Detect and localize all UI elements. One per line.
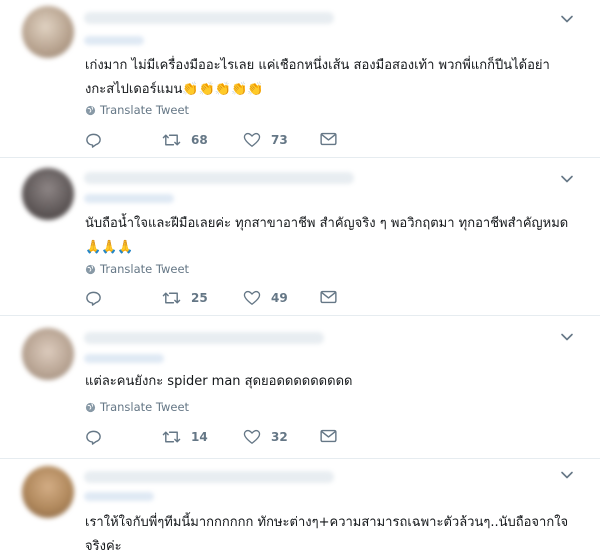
chevron-down-icon[interactable] [560,172,574,186]
tweet-text: เก่งมาก ไม่มีเครื่องมืออะไรเลย แค่เชือกห… [85,58,550,97]
retweet-button[interactable]: 25 [162,290,208,306]
author-name-blurred[interactable] [84,172,354,184]
chevron-down-icon[interactable] [560,468,574,482]
author-name-blurred[interactable] [84,12,334,24]
like-count: 32 [271,430,288,444]
reply-button[interactable] [85,429,102,446]
translate-label: Translate Tweet [100,400,190,414]
envelope-icon [320,132,337,146]
message-button[interactable] [320,429,337,443]
message-button[interactable] [320,132,337,146]
tweet[interactable]: แต่ละคนยังกะ spider man สุดยอดดดดดดดดด T… [0,316,600,458]
retweet-count: 68 [191,133,208,147]
heart-icon [243,132,261,147]
globe-icon [85,402,96,412]
like-button[interactable]: 32 [243,429,288,445]
retweet-count: 25 [191,291,208,305]
retweet-icon [162,292,181,304]
avatar[interactable] [22,6,74,58]
globe-icon [85,264,96,274]
like-button[interactable]: 73 [243,132,288,148]
retweet-icon [162,431,181,443]
translate-tweet-link[interactable]: Translate Tweet [85,400,189,414]
reply-to-blurred[interactable] [84,492,154,501]
like-count: 73 [271,133,288,147]
reply-button[interactable] [85,290,102,307]
retweet-count: 14 [191,430,208,444]
author-name-blurred[interactable] [84,471,334,483]
globe-icon [85,105,96,115]
like-count: 49 [271,291,288,305]
message-button[interactable] [320,290,337,304]
tweet[interactable]: นับถือน้ำใจและฝีมือเลยค่ะ ทุกสาขาอาชีพ ส… [0,158,600,315]
chevron-down-icon[interactable] [560,12,574,26]
reply-icon [86,133,101,148]
tweet-text: นับถือน้ำใจและฝีมือเลยค่ะ ทุกสาขาอาชีพ ส… [85,216,573,255]
reply-icon [86,430,101,445]
translate-label: Translate Tweet [100,103,190,117]
tweet-text: เราให้ใจกับพี่ๆทีมนี้มากกกกกก ทักษะต่างๆ… [85,515,569,554]
reply-to-blurred[interactable] [84,36,144,45]
tweet[interactable]: เราให้ใจกับพี่ๆทีมนี้มากกกกกก ทักษะต่างๆ… [0,459,600,556]
chevron-down-icon[interactable] [560,330,574,344]
heart-icon [243,290,261,305]
envelope-icon [320,429,337,443]
avatar[interactable] [22,168,74,220]
tweet[interactable]: เก่งมาก ไม่มีเครื่องมืออะไรเลย แค่เชือกห… [0,0,600,157]
reply-button[interactable] [85,132,102,149]
avatar[interactable] [22,466,74,518]
envelope-icon [320,290,337,304]
avatar[interactable] [22,328,74,380]
retweet-icon [162,134,181,146]
translate-tweet-link[interactable]: Translate Tweet [85,262,189,276]
retweet-button[interactable]: 68 [162,132,208,148]
tweet-replies-feed: เก่งมาก ไม่มีเครื่องมืออะไรเลย แค่เชือกห… [0,0,600,556]
reply-to-blurred[interactable] [84,194,174,203]
heart-icon [243,429,261,444]
reply-to-blurred[interactable] [84,354,164,363]
retweet-button[interactable]: 14 [162,429,208,445]
reply-icon [86,291,101,306]
translate-tweet-link[interactable]: Translate Tweet [85,103,189,117]
author-name-blurred[interactable] [84,332,324,344]
like-button[interactable]: 49 [243,290,288,306]
tweet-text: แต่ละคนยังกะ spider man สุดยอดดดดดดดดด [85,374,353,389]
translate-label: Translate Tweet [100,262,190,276]
